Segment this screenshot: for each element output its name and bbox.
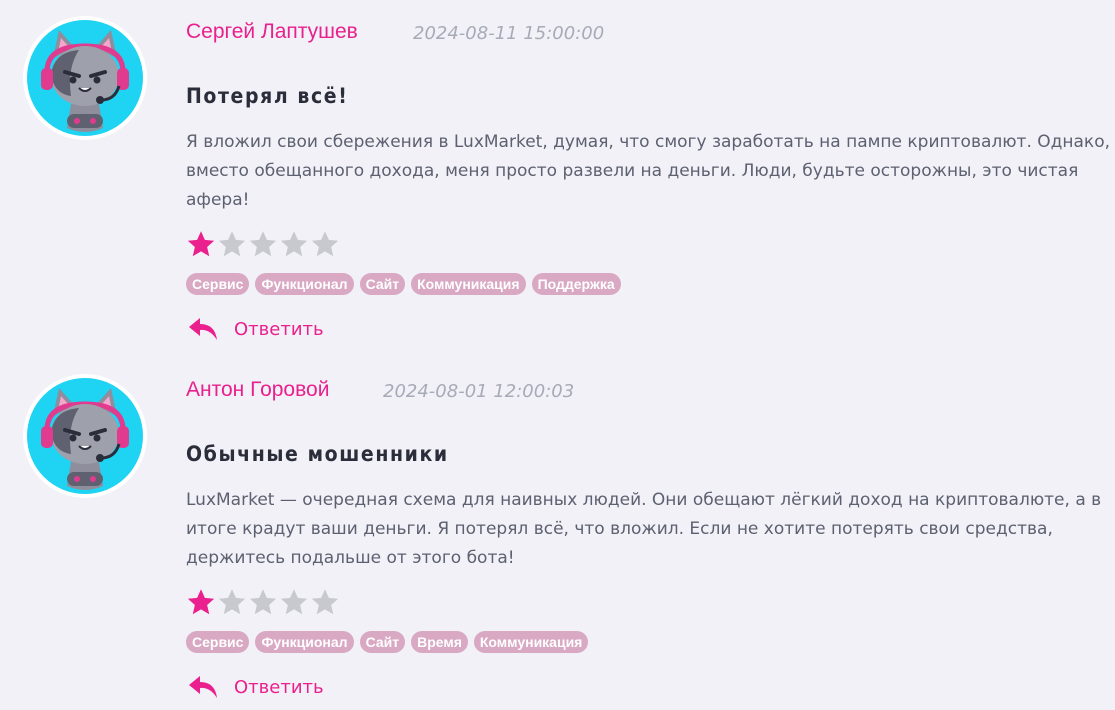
star-rating	[186, 229, 340, 259]
tag-list: Сервис Функционал Сайт Коммуникация Подд…	[186, 273, 621, 295]
star-icon-empty	[249, 231, 277, 257]
avatar	[23, 16, 147, 140]
tag[interactable]: Сервис	[186, 631, 250, 653]
star-icon-empty	[280, 589, 308, 615]
reply-label: Ответить	[234, 676, 324, 698]
star-icon-empty	[280, 231, 308, 257]
review-card: Антон Горовой 2024-08-01 12:00:03 Обычны…	[0, 358, 1115, 710]
tag-list: Сервис Функционал Сайт Время Коммуникаци…	[186, 631, 589, 653]
tag[interactable]: Время	[411, 631, 468, 653]
tag[interactable]: Функционал	[255, 273, 354, 295]
review-card: Сергей Лаптушев 2024-08-11 15:00:00 Поте…	[0, 0, 1115, 356]
tag[interactable]: Сайт	[359, 631, 406, 653]
gamer-cat-avatar-icon	[27, 20, 143, 136]
reply-arrow-icon	[189, 676, 217, 698]
reply-button[interactable]: Ответить	[188, 316, 324, 342]
author-name: Сергей Лаптушев	[186, 20, 358, 43]
tag[interactable]: Коммуникация	[411, 273, 526, 295]
review-title: Обычные мошенники	[186, 442, 449, 466]
gamer-cat-avatar-icon	[27, 378, 143, 494]
author-name: Антон Горовой	[186, 378, 330, 401]
review-title: Потерял всё!	[186, 84, 349, 108]
tag[interactable]: Сайт	[359, 273, 406, 295]
review-text: LuxMarket — очередная схема для наивных …	[186, 490, 1102, 568]
tag[interactable]: Поддержка	[531, 273, 621, 295]
star-icon-filled	[187, 231, 215, 257]
star-icon-empty	[311, 231, 339, 257]
reply-label: Ответить	[234, 318, 324, 340]
star-icon-filled	[187, 589, 215, 615]
star-icon-empty	[249, 589, 277, 615]
tag[interactable]: Сервис	[186, 273, 250, 295]
reply-button[interactable]: Ответить	[188, 674, 324, 700]
tag[interactable]: Функционал	[255, 631, 354, 653]
review-date: 2024-08-01 12:00:03	[383, 381, 575, 402]
star-icon-empty	[311, 589, 339, 615]
avatar	[23, 374, 147, 498]
review-text: Я вложил свои сбережения в LuxMarket, ду…	[186, 132, 1111, 210]
star-rating	[186, 587, 340, 617]
star-icon-empty	[218, 231, 246, 257]
star-icon-empty	[218, 589, 246, 615]
review-date: 2024-08-11 15:00:00	[413, 23, 605, 44]
reply-arrow-icon	[189, 318, 217, 340]
tag[interactable]: Коммуникация	[473, 631, 589, 653]
